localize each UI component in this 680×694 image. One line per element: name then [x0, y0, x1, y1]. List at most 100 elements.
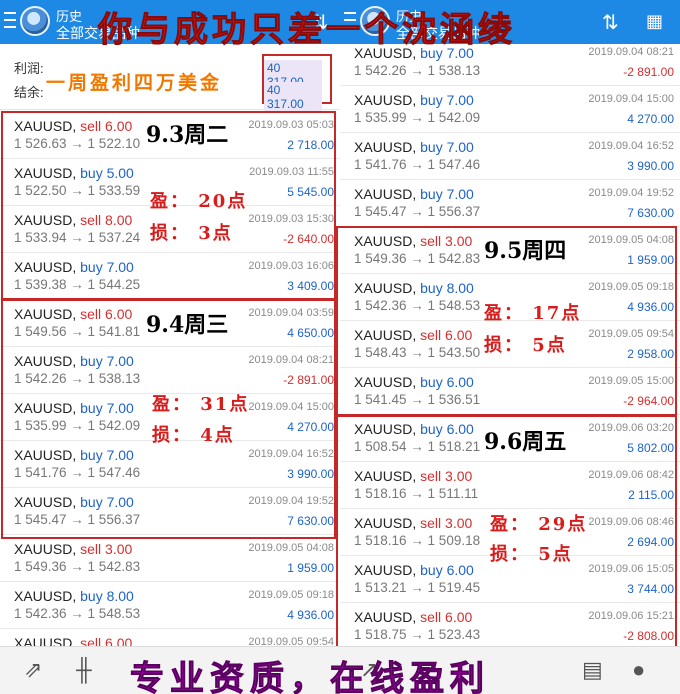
- trade-side: buy: [420, 374, 443, 390]
- trade-symbol: XAUUSD, buy 6.00: [354, 421, 474, 437]
- trade-symbol: XAUUSD, buy 6.00: [354, 562, 474, 578]
- trade-symbol: XAUUSD, sell 6.00: [354, 609, 472, 625]
- symbol-name: XAUUSD,: [14, 447, 77, 463]
- symbol-name: XAUUSD,: [354, 421, 417, 437]
- trade-row[interactable]: XAUUSD, buy 7.00 1 541.76 → 1 547.46 2019.…: [340, 133, 680, 180]
- trade-lots: 7.00: [106, 259, 134, 275]
- trade-lots: 7.00: [106, 494, 134, 510]
- trade-symbol: XAUUSD, sell 6.00: [14, 118, 132, 134]
- trade-time: 2019.09.03 16:06: [248, 260, 334, 272]
- trade-symbol: XAUUSD, buy 7.00: [14, 447, 134, 463]
- trade-time: 2019.09.04 19:52: [588, 187, 674, 199]
- trade-lots: 8.00: [446, 280, 474, 296]
- balance-label: 结余:: [14, 85, 44, 100]
- trade-row[interactable]: XAUUSD, buy 7.00 1 542.26 → 1 538.13 2019.…: [0, 347, 340, 394]
- symbol-name: XAUUSD,: [14, 306, 77, 322]
- trade-profit: 2 958.00: [627, 347, 674, 361]
- trade-side: sell: [420, 233, 442, 249]
- trade-side: sell: [420, 515, 442, 531]
- trade-profit: 4 270.00: [287, 420, 334, 434]
- trade-time: 2019.09.03 15:30: [248, 213, 334, 225]
- trade-time: 2019.09.05 09:18: [588, 281, 674, 293]
- trade-row[interactable]: XAUUSD, sell 6.00 1 518.75 → 1 523.43 2019…: [340, 603, 680, 650]
- tue-loss: 损： 3点: [150, 223, 233, 244]
- trade-profit: 3 409.00: [287, 279, 334, 293]
- trade-row[interactable]: XAUUSD, buy 8.00 1 542.36 → 1 548.53 2019.…: [0, 582, 340, 629]
- messages-icon[interactable]: ●: [632, 657, 645, 683]
- day-label-tue: 9.3周二: [146, 122, 229, 148]
- trade-profit: -2 891.00: [283, 373, 334, 387]
- trade-row[interactable]: XAUUSD, buy 7.00 1 535.99 → 1 542.09 2019.…: [340, 86, 680, 133]
- trade-row[interactable]: XAUUSD, buy 6.00 1 541.45 → 1 536.51 2019.…: [340, 368, 680, 415]
- history-icon[interactable]: ▤: [582, 657, 603, 683]
- bottom-nav: ⇗ ╫ ↗ ▤ ● 专业资质，在线盈利: [0, 646, 680, 694]
- trade-price: 1 542.36 → 1 548.53: [354, 298, 481, 313]
- symbol-name: XAUUSD,: [354, 139, 417, 155]
- profit-label: 利润:: [14, 61, 44, 76]
- trade-lots: 7.00: [446, 186, 474, 202]
- trade-side: buy: [80, 400, 103, 416]
- trade-lots: 3.00: [445, 515, 473, 531]
- trade-symbol: XAUUSD, sell 6.00: [354, 327, 472, 343]
- fri-win: 盈： 29点: [490, 514, 588, 535]
- trade-lots: 6.00: [446, 374, 474, 390]
- trade-row[interactable]: XAUUSD, buy 7.00 1 541.76 → 1 547.46 2019.…: [0, 441, 340, 488]
- trade-time: 2019.09.04 08:21: [248, 354, 334, 366]
- wed-loss: 损： 4点: [152, 425, 235, 446]
- trade-lots: 6.00: [445, 609, 473, 625]
- trade-lots: 3.00: [445, 468, 473, 484]
- trade-lots: 7.00: [446, 139, 474, 155]
- trade-symbol: XAUUSD, buy 7.00: [354, 186, 474, 202]
- menu-icon[interactable]: [4, 12, 16, 30]
- trade-row[interactable]: XAUUSD, sell 3.00 1 518.16 → 1 511.11 2019…: [340, 462, 680, 509]
- trade-price: 1 549.36 → 1 542.83: [14, 559, 141, 574]
- trade-side: buy: [420, 562, 443, 578]
- trade-lots: 6.00: [445, 327, 473, 343]
- symbol-name: XAUUSD,: [14, 494, 77, 510]
- sort-icon[interactable]: ⇅: [602, 10, 619, 35]
- trade-lots: 6.00: [105, 306, 133, 322]
- symbol-name: XAUUSD,: [354, 327, 417, 343]
- trade-row[interactable]: XAUUSD, buy 7.00 1 545.47 → 1 556.37 2019.…: [0, 488, 340, 535]
- trade-time: 2019.09.05 09:54: [588, 328, 674, 340]
- trade-symbol: XAUUSD, sell 8.00: [14, 212, 132, 228]
- trade-row[interactable]: XAUUSD, sell 3.00 1 549.36 → 1 542.83 2019…: [0, 535, 340, 582]
- trade-time: 2019.09.05 04:08: [588, 234, 674, 246]
- trade-side: sell: [80, 541, 102, 557]
- chart-icon[interactable]: ╫: [76, 657, 92, 683]
- trade-symbol: XAUUSD, sell 3.00: [354, 468, 472, 484]
- trade-lots: 3.00: [445, 233, 473, 249]
- quotes-icon[interactable]: ⇗: [24, 657, 42, 683]
- symbol-name: XAUUSD,: [354, 609, 417, 625]
- trade-time: 2019.09.04 16:52: [588, 140, 674, 152]
- trade-price: 1 541.45 → 1 536.51: [354, 392, 481, 407]
- trade-row[interactable]: XAUUSD, buy 7.00 1 539.38 → 1 544.25 2019.…: [0, 253, 340, 300]
- trade-price: 1 533.94 → 1 537.24: [14, 230, 141, 245]
- symbol-name: XAUUSD,: [14, 259, 77, 275]
- trade-lots: 7.00: [106, 353, 134, 369]
- promo-banner-top: 你与成功只差一个沈涵绫: [98, 10, 516, 51]
- symbol-name: XAUUSD,: [354, 515, 417, 531]
- trade-symbol: XAUUSD, buy 7.00: [14, 353, 134, 369]
- trade-symbol: XAUUSD, buy 7.00: [14, 494, 134, 510]
- trade-price: 1 545.47 → 1 556.37: [354, 204, 481, 219]
- day-label-fri: 9.6周五: [484, 429, 567, 455]
- trade-price: 1 539.38 → 1 544.25: [14, 277, 141, 292]
- trade-price: 1 518.75 → 1 523.43: [354, 627, 481, 642]
- trade-price: 1 545.47 → 1 556.37: [14, 512, 141, 527]
- day-label-wed: 9.4周三: [146, 312, 229, 338]
- trade-price: 1 541.76 → 1 547.46: [14, 465, 141, 480]
- trade-profit: 2 115.00: [628, 488, 674, 502]
- symbol-name: XAUUSD,: [354, 233, 417, 249]
- trade-side: buy: [420, 139, 443, 155]
- trade-profit: 1 959.00: [287, 561, 334, 575]
- trade-side: buy: [420, 186, 443, 202]
- trade-symbol: XAUUSD, sell 6.00: [14, 306, 132, 322]
- weekly-profit-note: 一周盈利四万美金: [46, 72, 223, 94]
- calendar-icon[interactable]: ▦: [646, 11, 663, 32]
- trade-time: 2019.09.04 15:00: [248, 401, 334, 413]
- trade-row[interactable]: XAUUSD, buy 7.00 1 545.47 → 1 556.37 2019.…: [340, 180, 680, 227]
- trade-lots: 6.00: [446, 562, 474, 578]
- trade-price: 1 508.54 → 1 518.21: [354, 439, 481, 454]
- trade-symbol: XAUUSD, buy 7.00: [354, 92, 474, 108]
